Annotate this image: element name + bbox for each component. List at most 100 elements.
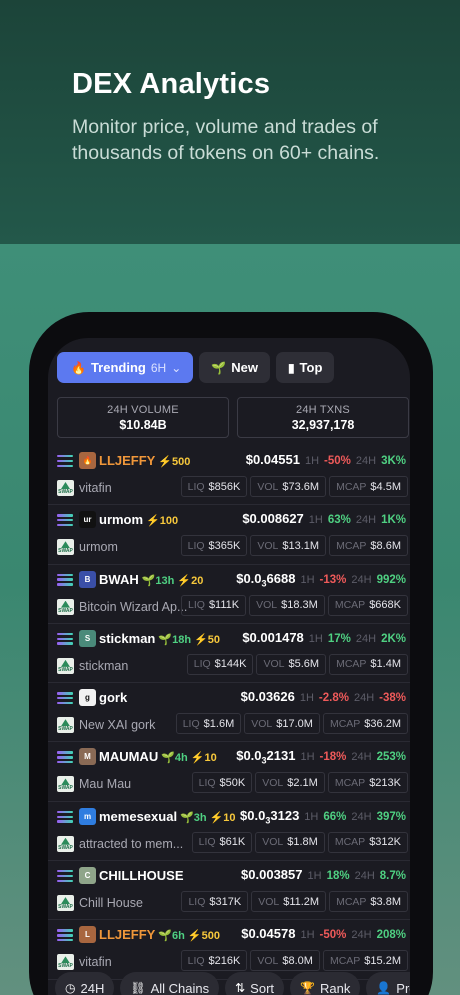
chains-label: All Chains bbox=[150, 980, 210, 995]
token-name: Chill House bbox=[79, 896, 143, 911]
tab-new[interactable]: 🌱 New bbox=[199, 352, 270, 383]
change-24h-label: 24H bbox=[353, 692, 375, 705]
token-avatar: L bbox=[79, 926, 96, 944]
token-symbol-group: CHILLHOUSE bbox=[99, 868, 184, 883]
token-symbol: urmom bbox=[99, 512, 144, 528]
token-price: $0.032131 bbox=[236, 748, 296, 767]
volume-chip: VOL $11.2M bbox=[251, 891, 327, 913]
token-name: Bitcoin Wizard Ap... bbox=[79, 599, 188, 614]
boost-badge: ⚡10 bbox=[209, 811, 236, 824]
change-24h-label: 24H bbox=[351, 929, 372, 942]
rank-button[interactable]: 🏆 Rank bbox=[290, 972, 361, 995]
change-1h-value: -50% bbox=[324, 455, 351, 467]
chevron-down-icon: ⌄ bbox=[171, 360, 182, 375]
dex-icon: SWAP bbox=[57, 835, 74, 852]
token-age: 🌱18h bbox=[158, 633, 192, 646]
sort-label: Sort bbox=[250, 980, 275, 995]
token-row[interactable]: ur urmom ⚡100 SWAP urmom $0.008627 1H 63% 24H 1K%… bbox=[48, 505, 410, 565]
token-symbol: BWAH bbox=[99, 571, 139, 587]
volume-stat: 24H VOLUME $10.84B bbox=[57, 397, 229, 438]
token-price: $0.008627 bbox=[242, 511, 304, 527]
dex-icon: SWAP bbox=[57, 657, 74, 674]
rank-label: Rank bbox=[319, 980, 351, 995]
sort-button[interactable]: ⇅ Sort bbox=[225, 972, 285, 995]
change-24h-value: 8.7% bbox=[379, 870, 406, 883]
link-icon: ⛓ bbox=[130, 981, 146, 995]
token-symbol-group: MAUMAU 🌱4h ⚡10 bbox=[99, 749, 217, 764]
profile-label: Profile bbox=[396, 980, 410, 995]
price-change-group: $0.008627 1H 63% 24H 1K% bbox=[242, 511, 406, 526]
token-row[interactable]: Sstickman 🌱18h ⚡50 SWAP stickman $0.001478 1H 1… bbox=[48, 624, 410, 684]
tab-new-label: New bbox=[231, 360, 258, 375]
token-row[interactable]: C CHILLHOUSE SWAP Chill House $0.003857 1H 18%… bbox=[48, 861, 410, 921]
token-metrics: LIQ $856K VOL $73.6M MCAP $4.5M bbox=[180, 476, 408, 497]
token-symbol: stickman bbox=[99, 630, 156, 646]
liquidity-chip: LIQ $856K bbox=[180, 476, 248, 497]
promo-headline: DEX Analytics bbox=[72, 68, 271, 100]
profile-button[interactable]: 👤 Profile bbox=[366, 972, 410, 995]
token-row[interactable]: B BWAH 🌱13h ⚡20 SWAP Bitcoin Wizard Ap... $0.0… bbox=[48, 565, 410, 624]
tab-trending-period: 6H bbox=[150, 360, 167, 375]
dex-icon: SWAP bbox=[57, 539, 74, 556]
sprout-icon: 🌱 bbox=[161, 752, 175, 765]
volume-chip: VOL $2.1M bbox=[255, 772, 325, 794]
liquidity-chip: LIQ $111K bbox=[181, 594, 247, 616]
clock-icon: ◷ bbox=[65, 981, 76, 995]
dex-icon: SWAP bbox=[57, 776, 74, 793]
token-row[interactable]: g gork SWAP New XAI gork $0.03626 1H -2.8% 24H -… bbox=[48, 683, 410, 743]
token-avatar: B bbox=[79, 570, 96, 588]
token-row[interactable]: M MAUMAU 🌱4h ⚡10 SWAP Mau Mau $0.032131 1H -18% 2… bbox=[48, 742, 410, 802]
change-24h-label: 24H bbox=[355, 632, 377, 645]
mcap-chip: MCAP $1.4M bbox=[329, 653, 408, 675]
token-price: $0.03626 bbox=[240, 689, 295, 705]
tab-trending[interactable]: 🔥 Trending 6H ⌄ bbox=[57, 352, 194, 383]
period-button[interactable]: ◷ 24H bbox=[55, 972, 115, 995]
boost-badge: ⚡50 bbox=[194, 633, 220, 646]
change-1h-value: -13% bbox=[319, 573, 347, 586]
price-change-group: $0.003857 1H 18% 24H 8.7% bbox=[241, 867, 406, 882]
tab-top[interactable]: ▮ Top bbox=[275, 352, 335, 383]
boost-badge: ⚡500 bbox=[158, 456, 191, 468]
mcap-chip: MCAP $8.6M bbox=[329, 535, 408, 557]
change-1h-value: 17% bbox=[327, 632, 351, 645]
token-symbol-group: urmom ⚡100 bbox=[99, 512, 178, 527]
tab-top-label: Top bbox=[299, 360, 323, 375]
token-symbol-group: memesexual 🌱3h ⚡10 bbox=[99, 809, 236, 824]
txns-value: 32,937,178 bbox=[291, 417, 355, 432]
liquidity-chip: LIQ $50K bbox=[191, 772, 253, 794]
token-row[interactable]: m memesexual 🌱3h ⚡10 SWAP attracted to mem...… bbox=[48, 802, 410, 862]
price-change-group: $0.001478 1H 17% 24H 2K% bbox=[242, 630, 406, 645]
change-1h-value: 63% bbox=[327, 514, 351, 527]
volume-value: $10.84B bbox=[119, 417, 167, 432]
token-symbol: MAUMAU bbox=[99, 749, 159, 765]
sprout-icon: 🌱 bbox=[158, 633, 173, 646]
change-24h-value: 397% bbox=[376, 810, 406, 823]
token-symbol-group: gork bbox=[99, 690, 127, 705]
token-price: $0.001478 bbox=[242, 629, 304, 645]
solana-chain-icon bbox=[57, 870, 73, 883]
volume-chip: VOL $13.1M bbox=[250, 535, 327, 557]
solana-chain-icon bbox=[57, 514, 73, 527]
token-price: $0.036688 bbox=[236, 570, 296, 589]
change-1h-value: 18% bbox=[326, 870, 350, 883]
change-1h-value: -2.8% bbox=[318, 692, 349, 705]
token-metrics: LIQ $111K VOL $18.3M MCAP $668K bbox=[181, 594, 408, 616]
sprout-icon: 🌱 bbox=[211, 360, 227, 375]
boost-badge: ⚡10 bbox=[190, 752, 217, 765]
chains-button[interactable]: ⛓ All Chains bbox=[120, 972, 220, 995]
sprout-icon: 🌱 bbox=[180, 811, 194, 824]
tab-trending-label: Trending bbox=[90, 360, 146, 375]
change-1h-value: -18% bbox=[319, 751, 347, 764]
mcap-chip: MCAP $3.8M bbox=[329, 891, 408, 913]
token-avatar: m bbox=[79, 807, 96, 825]
mcap-chip: MCAP $213K bbox=[327, 772, 408, 794]
volume-chip: VOL $73.6M bbox=[250, 476, 327, 497]
volume-chip: VOL $1.8M bbox=[255, 831, 325, 853]
change-1h-value: 66% bbox=[323, 810, 347, 823]
dex-icon: SWAP bbox=[57, 717, 74, 734]
liquidity-chip: LIQ $1.6M bbox=[175, 713, 242, 735]
token-avatar: C bbox=[79, 867, 96, 885]
solana-chain-icon bbox=[57, 929, 73, 942]
token-row[interactable]: 🔥 LLJEFFY ⚡500 SWAP vitafin $0.04551 1H -50% 24H… bbox=[48, 446, 410, 506]
token-metrics: LIQ $365K VOL $13.1M MCAP $8.6M bbox=[180, 535, 408, 557]
